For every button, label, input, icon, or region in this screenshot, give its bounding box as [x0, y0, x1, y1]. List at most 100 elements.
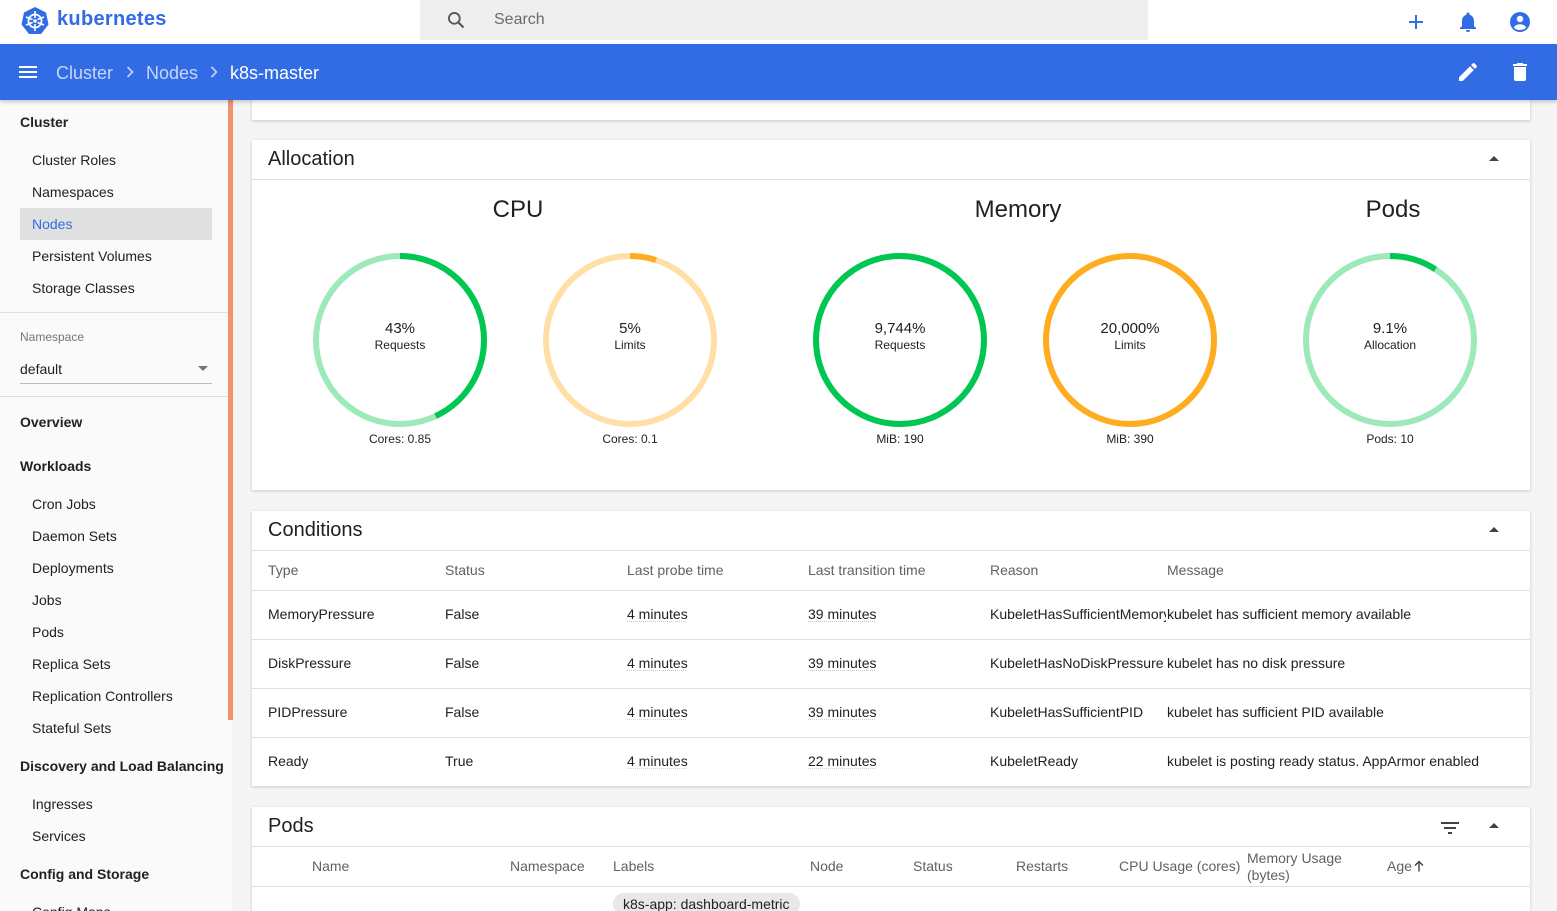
divider — [252, 688, 1530, 689]
sidebar-item-ingresses[interactable]: Ingresses — [20, 788, 212, 820]
chevron-right-icon — [210, 66, 218, 78]
table-cell[interactable]: 4 minutes — [627, 753, 688, 769]
group-title-pods: Pods — [1365, 196, 1421, 223]
edit-icon[interactable] — [1456, 60, 1480, 84]
table-cell[interactable]: 4 minutes — [627, 704, 688, 720]
label-chip: k8s-app: dashboard-metric — [613, 893, 800, 911]
sidebar-item-nodes[interactable]: Nodes — [20, 208, 212, 240]
collapse-icon[interactable] — [1489, 527, 1499, 532]
column-header-type[interactable]: Type — [268, 562, 298, 578]
sidebar-item-storage-classes[interactable]: Storage Classes — [20, 272, 212, 304]
column-header-cpu-usage[interactable]: CPU Usage (cores) — [1119, 858, 1240, 874]
plus-icon[interactable] — [1404, 10, 1428, 34]
group-title-memory: Memory — [974, 196, 1062, 223]
sidebar-heading-config[interactable]: Config and Storage — [20, 866, 149, 882]
table-cell: kubelet has sufficient PID available — [1167, 704, 1384, 720]
gauge-footer: Cores: 0.85 — [368, 432, 432, 446]
top-bar: kubernetes — [0, 0, 1557, 44]
gauge-value: 9.1% — [1372, 320, 1408, 337]
column-header-message[interactable]: Message — [1167, 562, 1224, 578]
gauge-label: Requests — [874, 338, 926, 352]
search-bar[interactable] — [420, 0, 1148, 40]
table-cell[interactable]: 39 minutes — [808, 704, 876, 720]
column-header-name[interactable]: Name — [312, 858, 349, 874]
scrollbar[interactable] — [228, 100, 233, 720]
breadcrumb-cluster[interactable]: Cluster — [56, 63, 113, 84]
sidebar-item-replica-sets[interactable]: Replica Sets — [20, 648, 212, 680]
collapse-icon[interactable] — [1489, 823, 1499, 828]
table-cell: kubelet has no disk pressure — [1167, 655, 1346, 671]
namespace-label: Namespace — [20, 330, 85, 344]
search-input[interactable] — [494, 9, 1094, 31]
table-cell[interactable]: 4 minutes — [627, 606, 688, 622]
dropdown-arrow-icon — [198, 366, 208, 371]
sidebar-heading-cluster[interactable]: Cluster — [20, 114, 68, 130]
search-icon — [448, 12, 465, 29]
table-cell: False — [445, 606, 480, 622]
sidebar-item-daemon-sets[interactable]: Daemon Sets — [20, 520, 212, 552]
column-header-memory-usage[interactable]: Memory Usage (bytes) — [1247, 850, 1357, 884]
gauge-label: Requests — [374, 338, 426, 352]
sidebar-item-cluster-roles[interactable]: Cluster Roles — [20, 144, 212, 176]
group-title-cpu: CPU — [492, 196, 544, 223]
gauge-value: 43% — [384, 320, 416, 337]
column-header-status[interactable]: Status — [445, 562, 485, 578]
sidebar-item-config-maps[interactable]: Config Maps — [20, 896, 212, 911]
bell-icon[interactable] — [1456, 10, 1480, 34]
namespace-value: default — [20, 361, 63, 377]
gauge-footer: MiB: 390 — [1106, 432, 1154, 446]
sort-ascending-icon[interactable] — [1412, 859, 1426, 873]
table-cell[interactable]: 39 minutes — [808, 655, 876, 671]
column-header-age[interactable]: Age — [1387, 858, 1412, 874]
table-cell: MemoryPressure — [268, 606, 375, 622]
divider — [252, 550, 1530, 551]
table-cell: KubeletHasNoDiskPressure — [990, 655, 1164, 671]
sidebar-item-jobs[interactable]: Jobs — [20, 584, 212, 616]
sidebar-item-cron-jobs[interactable]: Cron Jobs — [20, 488, 212, 520]
divider — [252, 886, 1530, 887]
sidebar-item-services[interactable]: Services — [20, 820, 212, 852]
sidebar-item-pods[interactable]: Pods — [20, 616, 212, 648]
previous-card — [252, 100, 1530, 120]
sidebar-item-stateful-sets[interactable]: Stateful Sets — [20, 712, 212, 744]
table-cell: False — [445, 704, 480, 720]
divider — [0, 312, 232, 313]
sidebar-item-namespaces[interactable]: Namespaces — [20, 176, 212, 208]
namespace-select[interactable]: default — [20, 358, 212, 384]
delete-icon[interactable] — [1508, 60, 1532, 84]
chevron-right-icon — [126, 66, 134, 78]
table-cell: DiskPressure — [268, 655, 352, 671]
collapse-icon[interactable] — [1489, 156, 1499, 161]
divider — [252, 846, 1530, 847]
allocation-title: Allocation — [268, 148, 355, 170]
column-header-restarts[interactable]: Restarts — [1016, 858, 1068, 874]
column-header-last-probe-time[interactable]: Last probe time — [627, 562, 724, 578]
filter-icon[interactable] — [1438, 816, 1462, 840]
gauge-value: 20,000% — [1100, 320, 1160, 337]
table-cell[interactable]: 22 minutes — [808, 753, 876, 769]
column-header-last-transition-time[interactable]: Last transition time — [808, 562, 926, 578]
kubernetes-logo-icon[interactable] — [20, 6, 50, 36]
gauge-label: Allocation — [1363, 338, 1417, 352]
menu-icon[interactable] — [16, 60, 40, 84]
column-header-node[interactable]: Node — [810, 858, 843, 874]
sidebar-heading-workloads[interactable]: Workloads — [20, 458, 91, 474]
gauge-footer: Cores: 0.1 — [602, 432, 658, 446]
sidebar-item-overview[interactable]: Overview — [20, 414, 82, 430]
column-header-namespace[interactable]: Namespace — [510, 858, 585, 874]
column-header-reason[interactable]: Reason — [990, 562, 1038, 578]
column-header-labels[interactable]: Labels — [613, 858, 654, 874]
sidebar-item-persistent-volumes[interactable]: Persistent Volumes — [20, 240, 212, 272]
breadcrumb-nodes[interactable]: Nodes — [146, 63, 198, 84]
column-header-status[interactable]: Status — [913, 858, 953, 874]
sidebar-heading-discovery[interactable]: Discovery and Load Balancing — [20, 758, 224, 774]
gauge-label: Limits — [1114, 338, 1146, 352]
table-cell[interactable]: 4 minutes — [627, 655, 688, 671]
sidebar-item-deployments[interactable]: Deployments — [20, 552, 212, 584]
sidebar-item-replication-controllers[interactable]: Replication Controllers — [20, 680, 212, 712]
divider — [252, 737, 1530, 738]
conditions-card: Conditions Type Status Last probe time L… — [252, 511, 1530, 786]
table-cell[interactable]: 39 minutes — [808, 606, 876, 622]
account-icon[interactable] — [1508, 10, 1532, 34]
app-name[interactable]: kubernetes — [57, 8, 167, 31]
